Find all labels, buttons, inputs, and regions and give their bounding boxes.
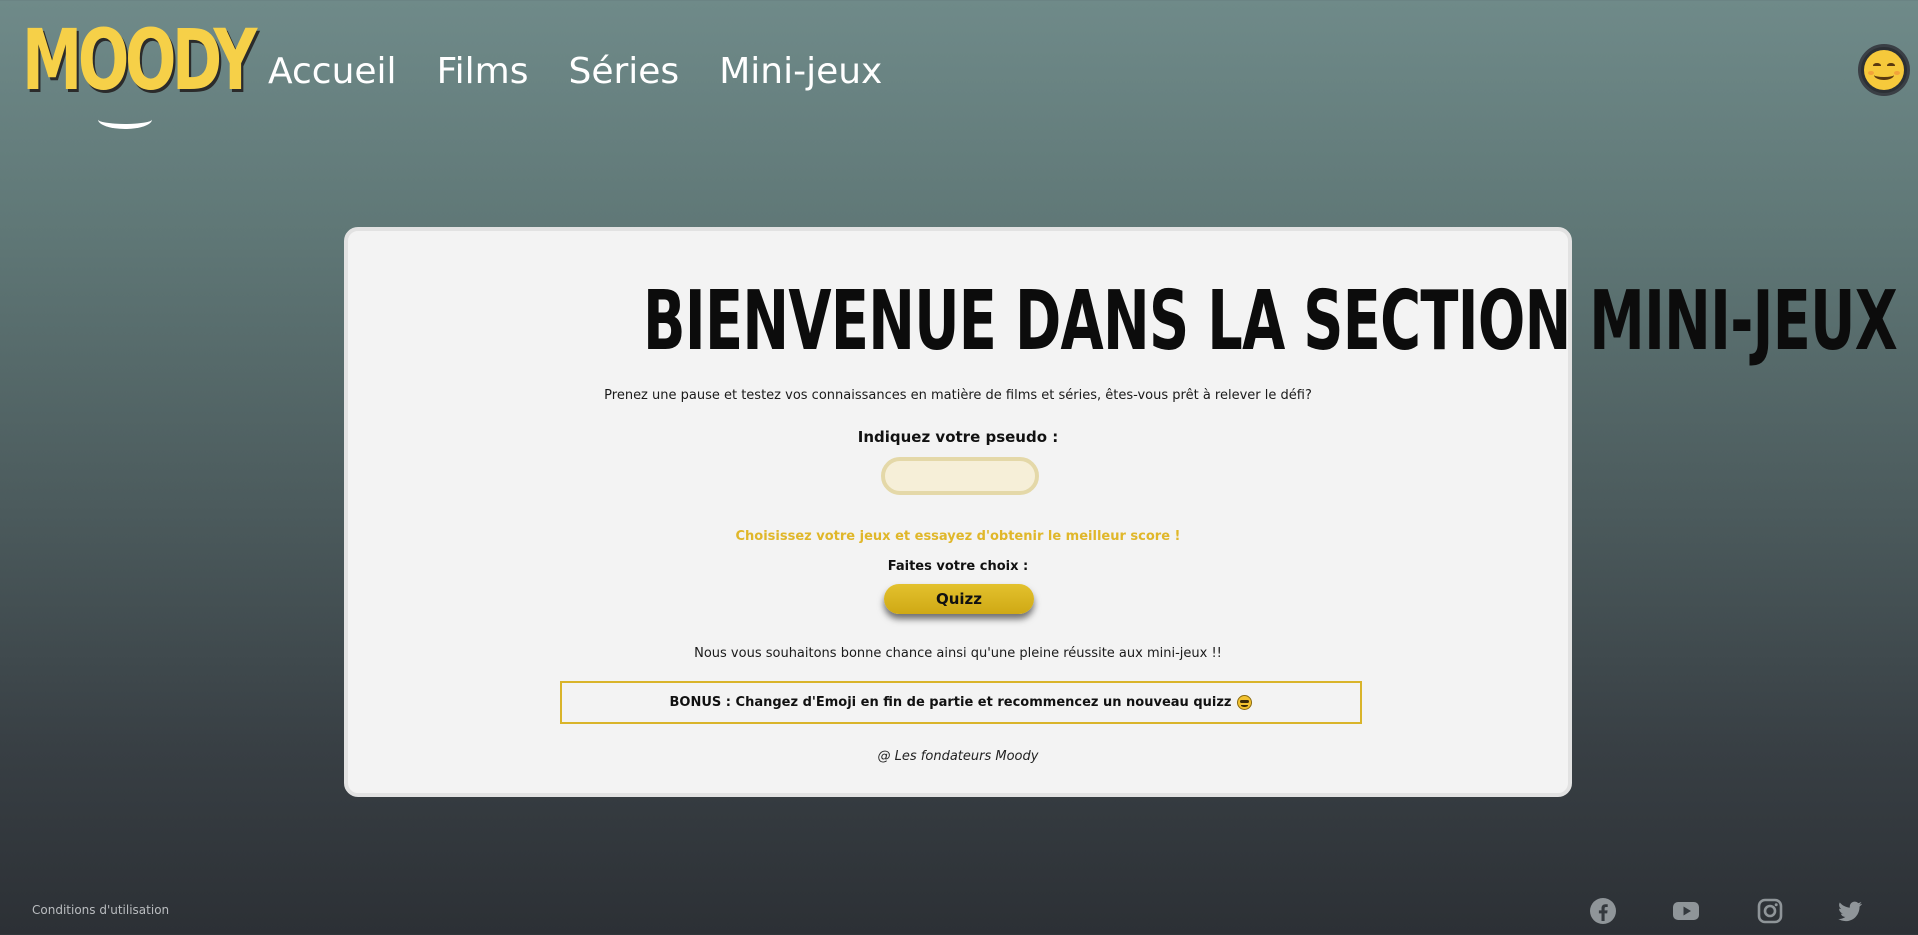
choice-label: Faites votre choix : (887, 559, 1029, 574)
site-header: MOODY Accueil Films Séries Mini-jeux (0, 0, 1918, 140)
bonus-text: BONUS : Changez d'Emoji en fin de partie… (669, 695, 1232, 710)
pseudo-label: Indiquez votre pseudo : (857, 428, 1059, 446)
choose-game-text: Choisissez votre jeux et essayez d'obten… (735, 529, 1181, 544)
signature: @ Les fondateurs Moody (877, 749, 1039, 764)
terms-link[interactable]: Conditions d'utilisation (32, 903, 169, 917)
main-nav: Accueil Films Séries Mini-jeux (268, 48, 882, 96)
nav-films[interactable]: Films (437, 48, 529, 96)
nav-accueil[interactable]: Accueil (268, 48, 397, 96)
intro-text: Prenez une pause et testez vos connaissa… (604, 388, 1312, 403)
twitter-icon[interactable] (1836, 897, 1864, 925)
pseudo-input[interactable] (881, 457, 1039, 495)
nav-series[interactable]: Séries (568, 48, 679, 96)
cool-face-icon (1237, 695, 1253, 710)
instagram-icon[interactable] (1756, 897, 1784, 925)
nav-mini-jeux[interactable]: Mini-jeux (719, 48, 882, 96)
bonus-box: BONUS : Changez d'Emoji en fin de partie… (560, 681, 1362, 724)
facebook-icon[interactable] (1589, 897, 1617, 925)
smiling-face-icon (1864, 50, 1904, 90)
moody-logo[interactable]: MOODY (22, 18, 257, 129)
youtube-icon[interactable] (1672, 897, 1700, 925)
page-title: BIENVENUE DANS LA SECTION MINI-JEUX (643, 274, 1898, 369)
logo-smile-icon (98, 110, 152, 129)
logo-text: MOODY (22, 11, 257, 109)
quizz-button[interactable]: Quizz (884, 584, 1034, 614)
good-luck-text: Nous vous souhaitons bonne chance ainsi … (694, 646, 1222, 661)
mini-games-card: BIENVENUE DANS LA SECTION MINI-JEUX Pren… (344, 227, 1898, 797)
user-avatar[interactable] (1858, 44, 1910, 96)
